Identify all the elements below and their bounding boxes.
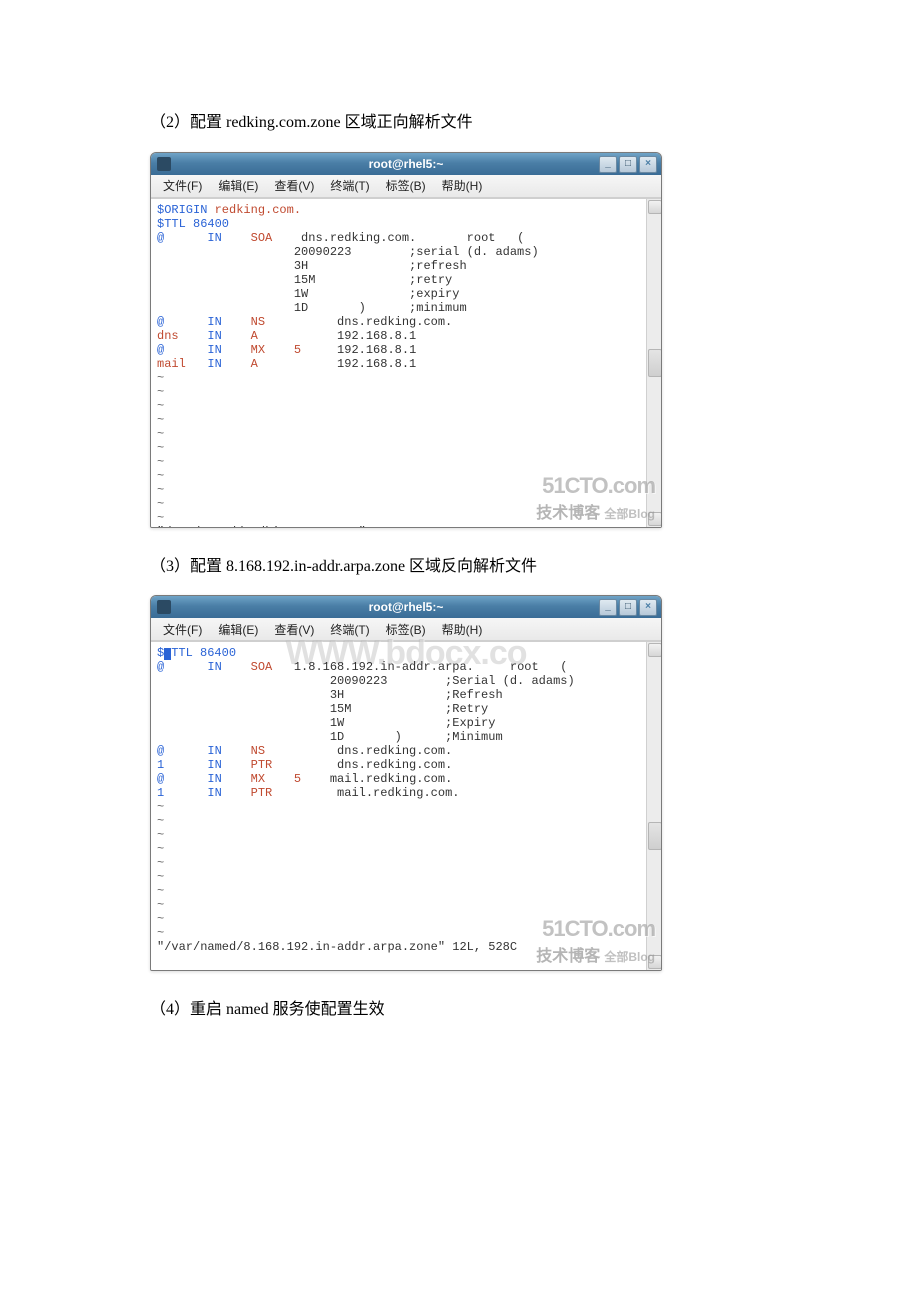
menu-terminal[interactable]: 终端(T) bbox=[322, 619, 377, 640]
scroll-thumb[interactable] bbox=[648, 822, 662, 850]
maximize-button[interactable]: □ bbox=[619, 599, 637, 616]
scroll-up-button[interactable] bbox=[648, 643, 662, 657]
terminal-icon bbox=[157, 157, 171, 171]
terminal-content-2: $TTL 86400 @ IN SOA 1.8.168.192.in-addr.… bbox=[151, 642, 647, 970]
menu-tabs[interactable]: 标签(B) bbox=[378, 175, 434, 196]
terminal-content-1: $ORIGIN redking.com. $TTL 86400 @ IN SOA… bbox=[151, 199, 647, 527]
menu-view[interactable]: 查看(V) bbox=[266, 619, 322, 640]
terminal-window-1: root@rhel5:~ _ □ × 文件(F) 编辑(E) 查看(V) 终端(… bbox=[150, 152, 662, 528]
scrollbar[interactable] bbox=[646, 642, 661, 970]
menu-view[interactable]: 查看(V) bbox=[266, 175, 322, 196]
close-button[interactable]: × bbox=[639, 599, 657, 616]
menu-edit[interactable]: 编辑(E) bbox=[210, 175, 266, 196]
menu-edit[interactable]: 编辑(E) bbox=[210, 619, 266, 640]
window-controls: _ □ × bbox=[599, 156, 657, 173]
scroll-down-button[interactable] bbox=[648, 512, 662, 526]
scroll-down-button[interactable] bbox=[648, 955, 662, 969]
menu-tabs[interactable]: 标签(B) bbox=[378, 619, 434, 640]
menu-terminal[interactable]: 终端(T) bbox=[322, 175, 377, 196]
scrollbar[interactable] bbox=[646, 199, 661, 527]
window-title: root@rhel5:~ bbox=[151, 157, 661, 171]
menu-help[interactable]: 帮助(H) bbox=[434, 619, 491, 640]
minimize-button[interactable]: _ bbox=[599, 599, 617, 616]
scroll-thumb[interactable] bbox=[648, 349, 662, 377]
terminal-window-2: root@rhel5:~ _ □ × 文件(F) 编辑(E) 查看(V) 终端(… bbox=[150, 595, 662, 971]
terminal-icon bbox=[157, 600, 171, 614]
maximize-button[interactable]: □ bbox=[619, 156, 637, 173]
window-controls: _ □ × bbox=[599, 599, 657, 616]
caption-3: （3）配置 8.168.192.in-addr.arpa.zone 区域反向解析… bbox=[150, 554, 770, 580]
menubar: 文件(F) 编辑(E) 查看(V) 终端(T) 标签(B) 帮助(H) bbox=[151, 618, 661, 641]
caption-4: （4）重启 named 服务使配置生效 bbox=[150, 997, 770, 1023]
minimize-button[interactable]: _ bbox=[599, 156, 617, 173]
titlebar[interactable]: root@rhel5:~ _ □ × bbox=[151, 153, 661, 175]
close-button[interactable]: × bbox=[639, 156, 657, 173]
caption-2: （2）配置 redking.com.zone 区域正向解析文件 bbox=[150, 110, 770, 136]
menu-file[interactable]: 文件(F) bbox=[155, 175, 210, 196]
scroll-up-button[interactable] bbox=[648, 200, 662, 214]
window-title: root@rhel5:~ bbox=[151, 600, 661, 614]
menu-help[interactable]: 帮助(H) bbox=[434, 175, 491, 196]
titlebar[interactable]: root@rhel5:~ _ □ × bbox=[151, 596, 661, 618]
menubar: 文件(F) 编辑(E) 查看(V) 终端(T) 标签(B) 帮助(H) bbox=[151, 175, 661, 198]
terminal-body[interactable]: $ORIGIN redking.com. $TTL 86400 @ IN SOA… bbox=[151, 198, 661, 527]
menu-file[interactable]: 文件(F) bbox=[155, 619, 210, 640]
terminal-body[interactable]: WWW.bdocx.co $TTL 86400 @ IN SOA 1.8.168… bbox=[151, 641, 661, 970]
